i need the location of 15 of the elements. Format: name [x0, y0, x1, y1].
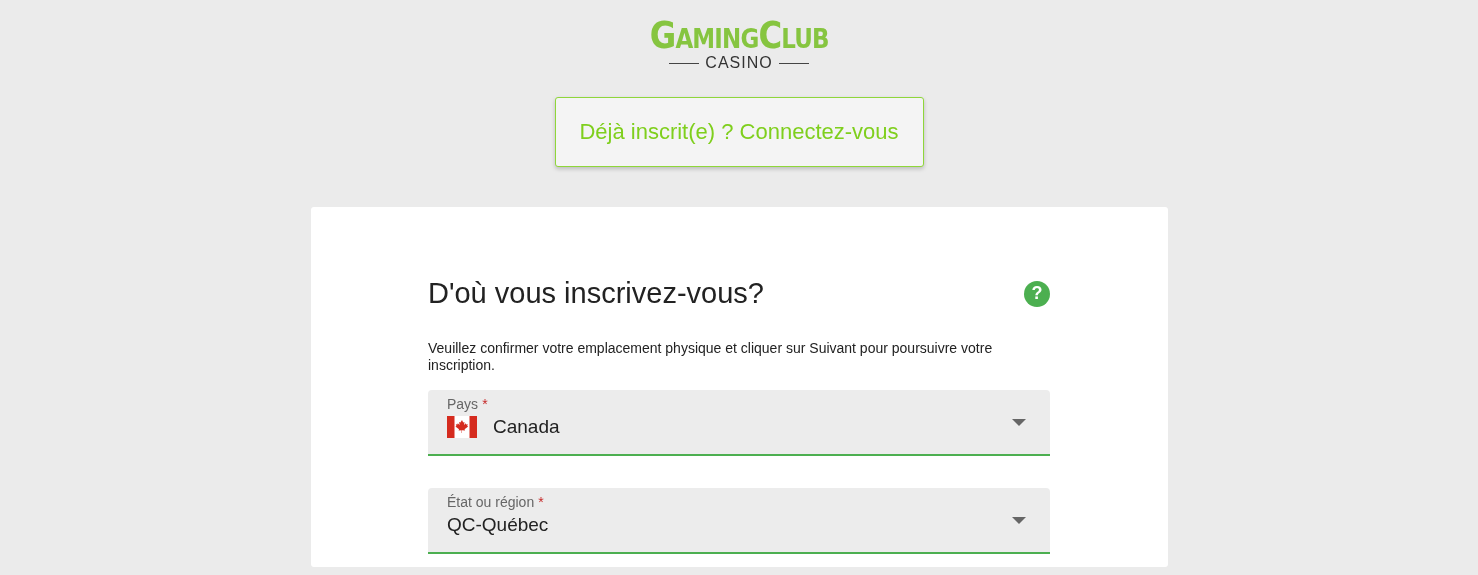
field-value: Canada [493, 416, 560, 438]
field-value: QC-Québec [447, 514, 549, 536]
required-mark: * [538, 494, 544, 510]
region-select[interactable]: État ou région * QC-Québec [428, 488, 1050, 554]
flag-icon [447, 416, 477, 438]
country-select[interactable]: Pays * Canada [428, 390, 1050, 456]
field-label: Pays [447, 396, 479, 412]
caret-icon [1012, 419, 1026, 426]
field-label: État ou région [447, 494, 535, 510]
description-text: Veuillez confirmer votre emplacement physique et cliquer sur Suivant pour poursuivre votre inscription. [428, 340, 994, 374]
logo-wordmark: GamingClub [649, 16, 829, 54]
logo-subtitle: CASINO [705, 54, 773, 72]
form-title: D'où vous inscrivez-vous? [428, 277, 764, 310]
caret-icon [1012, 517, 1026, 524]
required-mark: * [482, 396, 488, 412]
